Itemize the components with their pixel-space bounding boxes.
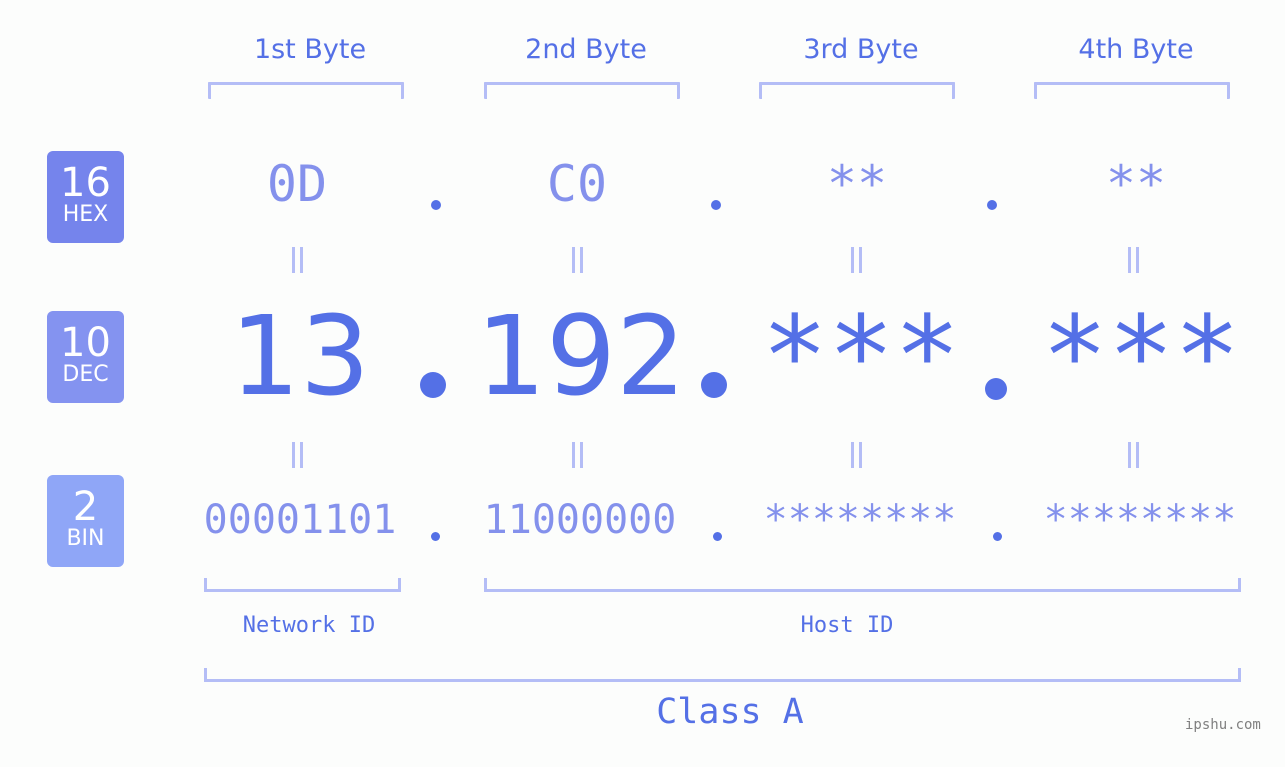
hex-byte-3: ** <box>826 155 888 213</box>
dec-byte-1: 13 <box>230 292 370 420</box>
equals-icon <box>572 247 583 273</box>
host-id-label: Host ID <box>800 613 894 638</box>
byte-header-1: 1st Byte <box>253 34 367 65</box>
hex-badge-label: HEX <box>62 202 109 227</box>
hex-badge: 16 HEX <box>47 151 124 243</box>
dec-badge-label: DEC <box>62 362 109 387</box>
bin-separator-2 <box>713 532 722 541</box>
dec-byte-3: *** <box>761 292 961 420</box>
equals-icon <box>851 247 862 273</box>
bin-byte-1: 00001101 <box>203 497 397 543</box>
class-bracket <box>204 668 1241 682</box>
network-id-label: Network ID <box>242 613 376 638</box>
byte-1-bracket <box>208 82 404 99</box>
hex-separator-1 <box>431 200 441 210</box>
hex-badge-base: 16 <box>60 160 111 206</box>
dec-byte-4: *** <box>1041 292 1241 420</box>
dec-badge: 10 DEC <box>47 311 124 403</box>
dec-separator-2 <box>701 372 727 398</box>
byte-3-bracket <box>759 82 955 99</box>
bin-badge-base: 2 <box>72 484 99 530</box>
bin-badge: 2 BIN <box>47 475 124 567</box>
bin-badge-label: BIN <box>66 526 105 551</box>
dec-badge-base: 10 <box>60 320 111 366</box>
hex-separator-3 <box>987 200 997 210</box>
hex-byte-4: ** <box>1105 155 1167 213</box>
byte-4-bracket <box>1034 82 1230 99</box>
watermark: ipshu.com <box>1185 717 1261 733</box>
equals-icon <box>1128 442 1139 468</box>
hex-separator-2 <box>711 200 721 210</box>
byte-header-3: 3rd Byte <box>803 34 919 65</box>
equals-icon <box>292 442 303 468</box>
dec-byte-2: 192 <box>476 292 686 420</box>
equals-icon <box>851 442 862 468</box>
equals-icon <box>572 442 583 468</box>
bin-separator-3 <box>993 532 1002 541</box>
byte-header-2: 2nd Byte <box>525 34 647 65</box>
byte-header-4: 4th Byte <box>1078 34 1194 65</box>
equals-icon <box>292 247 303 273</box>
hex-byte-2: C0 <box>546 155 608 213</box>
dec-separator-1 <box>420 372 446 398</box>
hex-byte-1: 0D <box>266 155 328 213</box>
bin-byte-2: 11000000 <box>483 497 677 543</box>
bin-separator-1 <box>431 532 440 541</box>
class-label: Class A <box>656 692 804 732</box>
network-id-bracket <box>204 578 401 592</box>
dec-separator-3 <box>985 378 1007 400</box>
equals-icon <box>1128 247 1139 273</box>
bin-byte-4: ******** <box>1043 497 1237 543</box>
bin-byte-3: ******** <box>763 497 957 543</box>
host-id-bracket <box>484 578 1241 592</box>
byte-2-bracket <box>484 82 680 99</box>
